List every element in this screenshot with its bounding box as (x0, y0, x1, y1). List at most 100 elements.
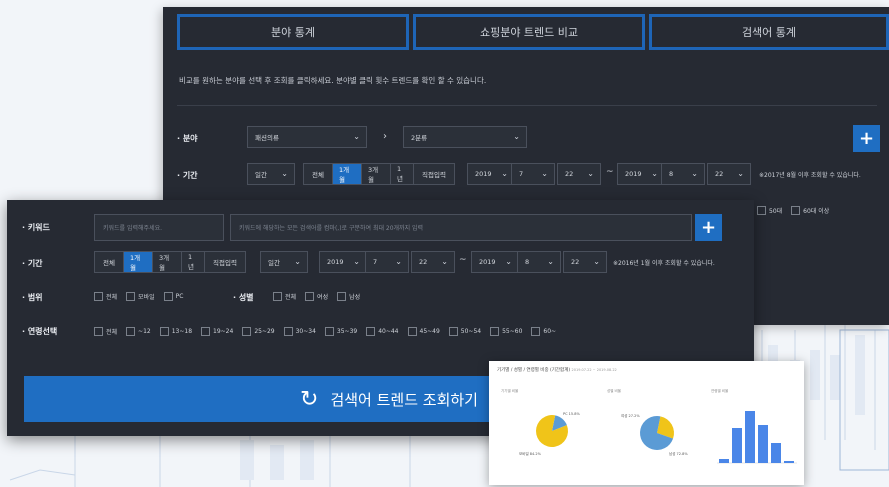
range-all-checkbox[interactable]: 전체 (94, 292, 117, 301)
period-1year-front[interactable]: 1년 (182, 252, 205, 272)
keyword-input[interactable]: 키워드를 입력해주세요. (94, 214, 224, 241)
period-segment: 전체 1개월 3개월 1년 직접입력 (303, 163, 455, 185)
tab-field-stats[interactable]: 분야 통계 (177, 14, 409, 50)
age-option-label: 55~60 (502, 328, 523, 335)
from-month-value-front: 7 (373, 258, 378, 266)
chevron-down-icon: ⌄ (353, 257, 360, 266)
field-description: 비교를 원하는 분야를 선택 후 조회를 클릭하세요. 분야별 클릭 횟수 트렌… (179, 76, 487, 85)
age-option-label: 19~24 (213, 328, 234, 335)
chevron-down-icon: ⌄ (547, 257, 554, 266)
from-month-select-front[interactable]: 7 ⌄ (365, 251, 409, 273)
from-month-select[interactable]: 7 ⌄ (511, 163, 555, 185)
gender-all-checkbox[interactable]: 전체 (273, 292, 296, 301)
from-year-select-front[interactable]: 2019 ⌄ (319, 251, 367, 273)
period-all[interactable]: 전체 (304, 164, 333, 184)
category1-select[interactable]: 패션의류 ⌄ (247, 126, 367, 148)
tab-shopping-trend[interactable]: 쇼핑분야 트렌드 비교 (413, 14, 645, 50)
chevron-down-icon: ⌄ (441, 257, 448, 266)
period-1month-front[interactable]: 1개월 (124, 252, 153, 272)
age-13-18-checkbox[interactable]: 13~18 (159, 327, 192, 336)
age-bar (784, 461, 794, 463)
field-label: · 분야 (177, 134, 198, 143)
range-pc-checkbox[interactable]: PC (163, 292, 184, 301)
gender-all-label: 전체 (285, 294, 297, 301)
age-50-54-checkbox[interactable]: 50~54 (448, 327, 482, 336)
from-day-value: 22 (565, 170, 574, 178)
gender-label: · 성별 (233, 293, 254, 302)
gender-female-checkbox[interactable]: 여성 (305, 292, 328, 301)
age-60plus-label: 60대 이상 (803, 208, 830, 215)
range-mobile-label: 모바일 (138, 294, 155, 301)
to-day-value-front: 22 (571, 258, 580, 266)
range-all-label: 전체 (106, 294, 118, 301)
chevron-down-icon: ⌄ (294, 257, 301, 266)
gender-male-checkbox[interactable]: 남성 (337, 292, 360, 301)
to-day-select-front[interactable]: 22 ⌄ (563, 251, 607, 273)
from-day-select-front[interactable]: 22 ⌄ (411, 251, 455, 273)
chevron-down-icon: ⌄ (513, 132, 520, 141)
gender-male-label: 남성 (349, 294, 361, 301)
ratio-report-card: 기기별 / 성별 / 연령별 비중 (기간합계) 2019.07.22 ~ 20… (489, 361, 804, 485)
from-year-select[interactable]: 2019 ⌄ (467, 163, 515, 185)
period-3month-front[interactable]: 3개월 (153, 252, 182, 272)
range-tilde: ~ (606, 167, 614, 177)
tab-bar: 분야 통계 쇼핑분야 트렌드 비교 검색어 통계 (177, 14, 889, 57)
chevron-down-icon: ⌄ (501, 169, 508, 178)
period-1month[interactable]: 1개월 (333, 164, 362, 184)
range-mobile-checkbox[interactable]: 모바일 (126, 292, 155, 301)
period-custom[interactable]: 직접입력 (414, 164, 454, 184)
age-label: · 연령선택 (22, 327, 58, 336)
to-year-select[interactable]: 2019 ⌄ (617, 163, 665, 185)
chevron-down-icon: ⌄ (593, 257, 600, 266)
period-label-front: · 기간 (22, 259, 43, 268)
period-note-front: ※2016년 1월 이후 조회할 수 있습니다. (613, 260, 715, 267)
chevron-down-icon: ⌄ (691, 169, 698, 178)
unit-select[interactable]: 일간 ⌄ (247, 163, 295, 185)
age-option-label: 전체 (106, 329, 118, 336)
period-3month[interactable]: 3개월 (362, 164, 391, 184)
age-all-checkbox[interactable]: 전체 (94, 327, 117, 336)
age-45-49-checkbox[interactable]: 45~49 (407, 327, 440, 336)
range-options: 전체 모바일 PC (94, 292, 192, 301)
period-label: · 기간 (177, 171, 198, 180)
keyword-label: · 키워드 (22, 223, 50, 232)
refresh-icon: ↻ (300, 386, 319, 412)
to-day-select[interactable]: 22 ⌄ (707, 163, 751, 185)
from-day-select[interactable]: 22 ⌄ (557, 163, 601, 185)
age-30-34-checkbox[interactable]: 30~34 (283, 327, 316, 336)
age-60plus-checkbox[interactable]: 60대 이상 (791, 206, 829, 215)
age-50s-checkbox[interactable]: 50대 (757, 206, 782, 215)
age-40-44-checkbox[interactable]: 40~44 (366, 327, 399, 336)
gender-pie-label: 여성 27.2% (621, 413, 640, 418)
category2-select[interactable]: 2분류 ⌄ (403, 126, 527, 148)
unit-select-front[interactable]: 일간 ⌄ (260, 251, 308, 273)
age-35-39-checkbox[interactable]: 35~39 (324, 327, 358, 336)
period-custom-front[interactable]: 직접입력 (205, 252, 245, 272)
to-year-select-front[interactable]: 2019 ⌄ (471, 251, 519, 273)
age-60plus-checkbox[interactable]: 60~ (531, 327, 556, 336)
tab-keyword-stats[interactable]: 검색어 통계 (649, 14, 889, 50)
range-pc-label: PC (175, 293, 184, 300)
to-month-select[interactable]: 8 ⌄ (661, 163, 705, 185)
add-field-button[interactable]: + (853, 125, 880, 152)
age-under12-checkbox[interactable]: ~12 (126, 327, 151, 336)
add-keyword-button[interactable]: + (695, 214, 722, 241)
age-55-60-checkbox[interactable]: 55~60 (490, 327, 522, 336)
age-option-label: 50~54 (460, 328, 482, 335)
keyword-detail-input[interactable]: 키워드에 해당하는 모든 검색어를 컴마(,)로 구분하여 최대 20개까지 입… (230, 214, 692, 241)
period-note: ※2017년 8월 이후 조회할 수 있습니다. (759, 172, 861, 179)
to-month-select-front[interactable]: 8 ⌄ (517, 251, 561, 273)
age-25-29-checkbox[interactable]: 25~29 (242, 327, 275, 336)
age-partial-options: 50대 60대 이상 (757, 206, 838, 215)
unit-value-front: 일간 (268, 259, 280, 267)
divider (177, 105, 877, 106)
age-19-24-checkbox[interactable]: 19~24 (201, 327, 233, 336)
chevron-down-icon: ⌄ (353, 132, 360, 141)
period-1year[interactable]: 1년 (391, 164, 414, 184)
age-option-label: 45~49 (419, 328, 440, 335)
period-all-front[interactable]: 전체 (95, 252, 124, 272)
to-day-value: 22 (715, 170, 724, 178)
to-year-value-front: 2019 (479, 258, 496, 266)
age-option-label: 35~39 (336, 328, 358, 335)
chevron-down-icon: ⌄ (587, 169, 594, 178)
